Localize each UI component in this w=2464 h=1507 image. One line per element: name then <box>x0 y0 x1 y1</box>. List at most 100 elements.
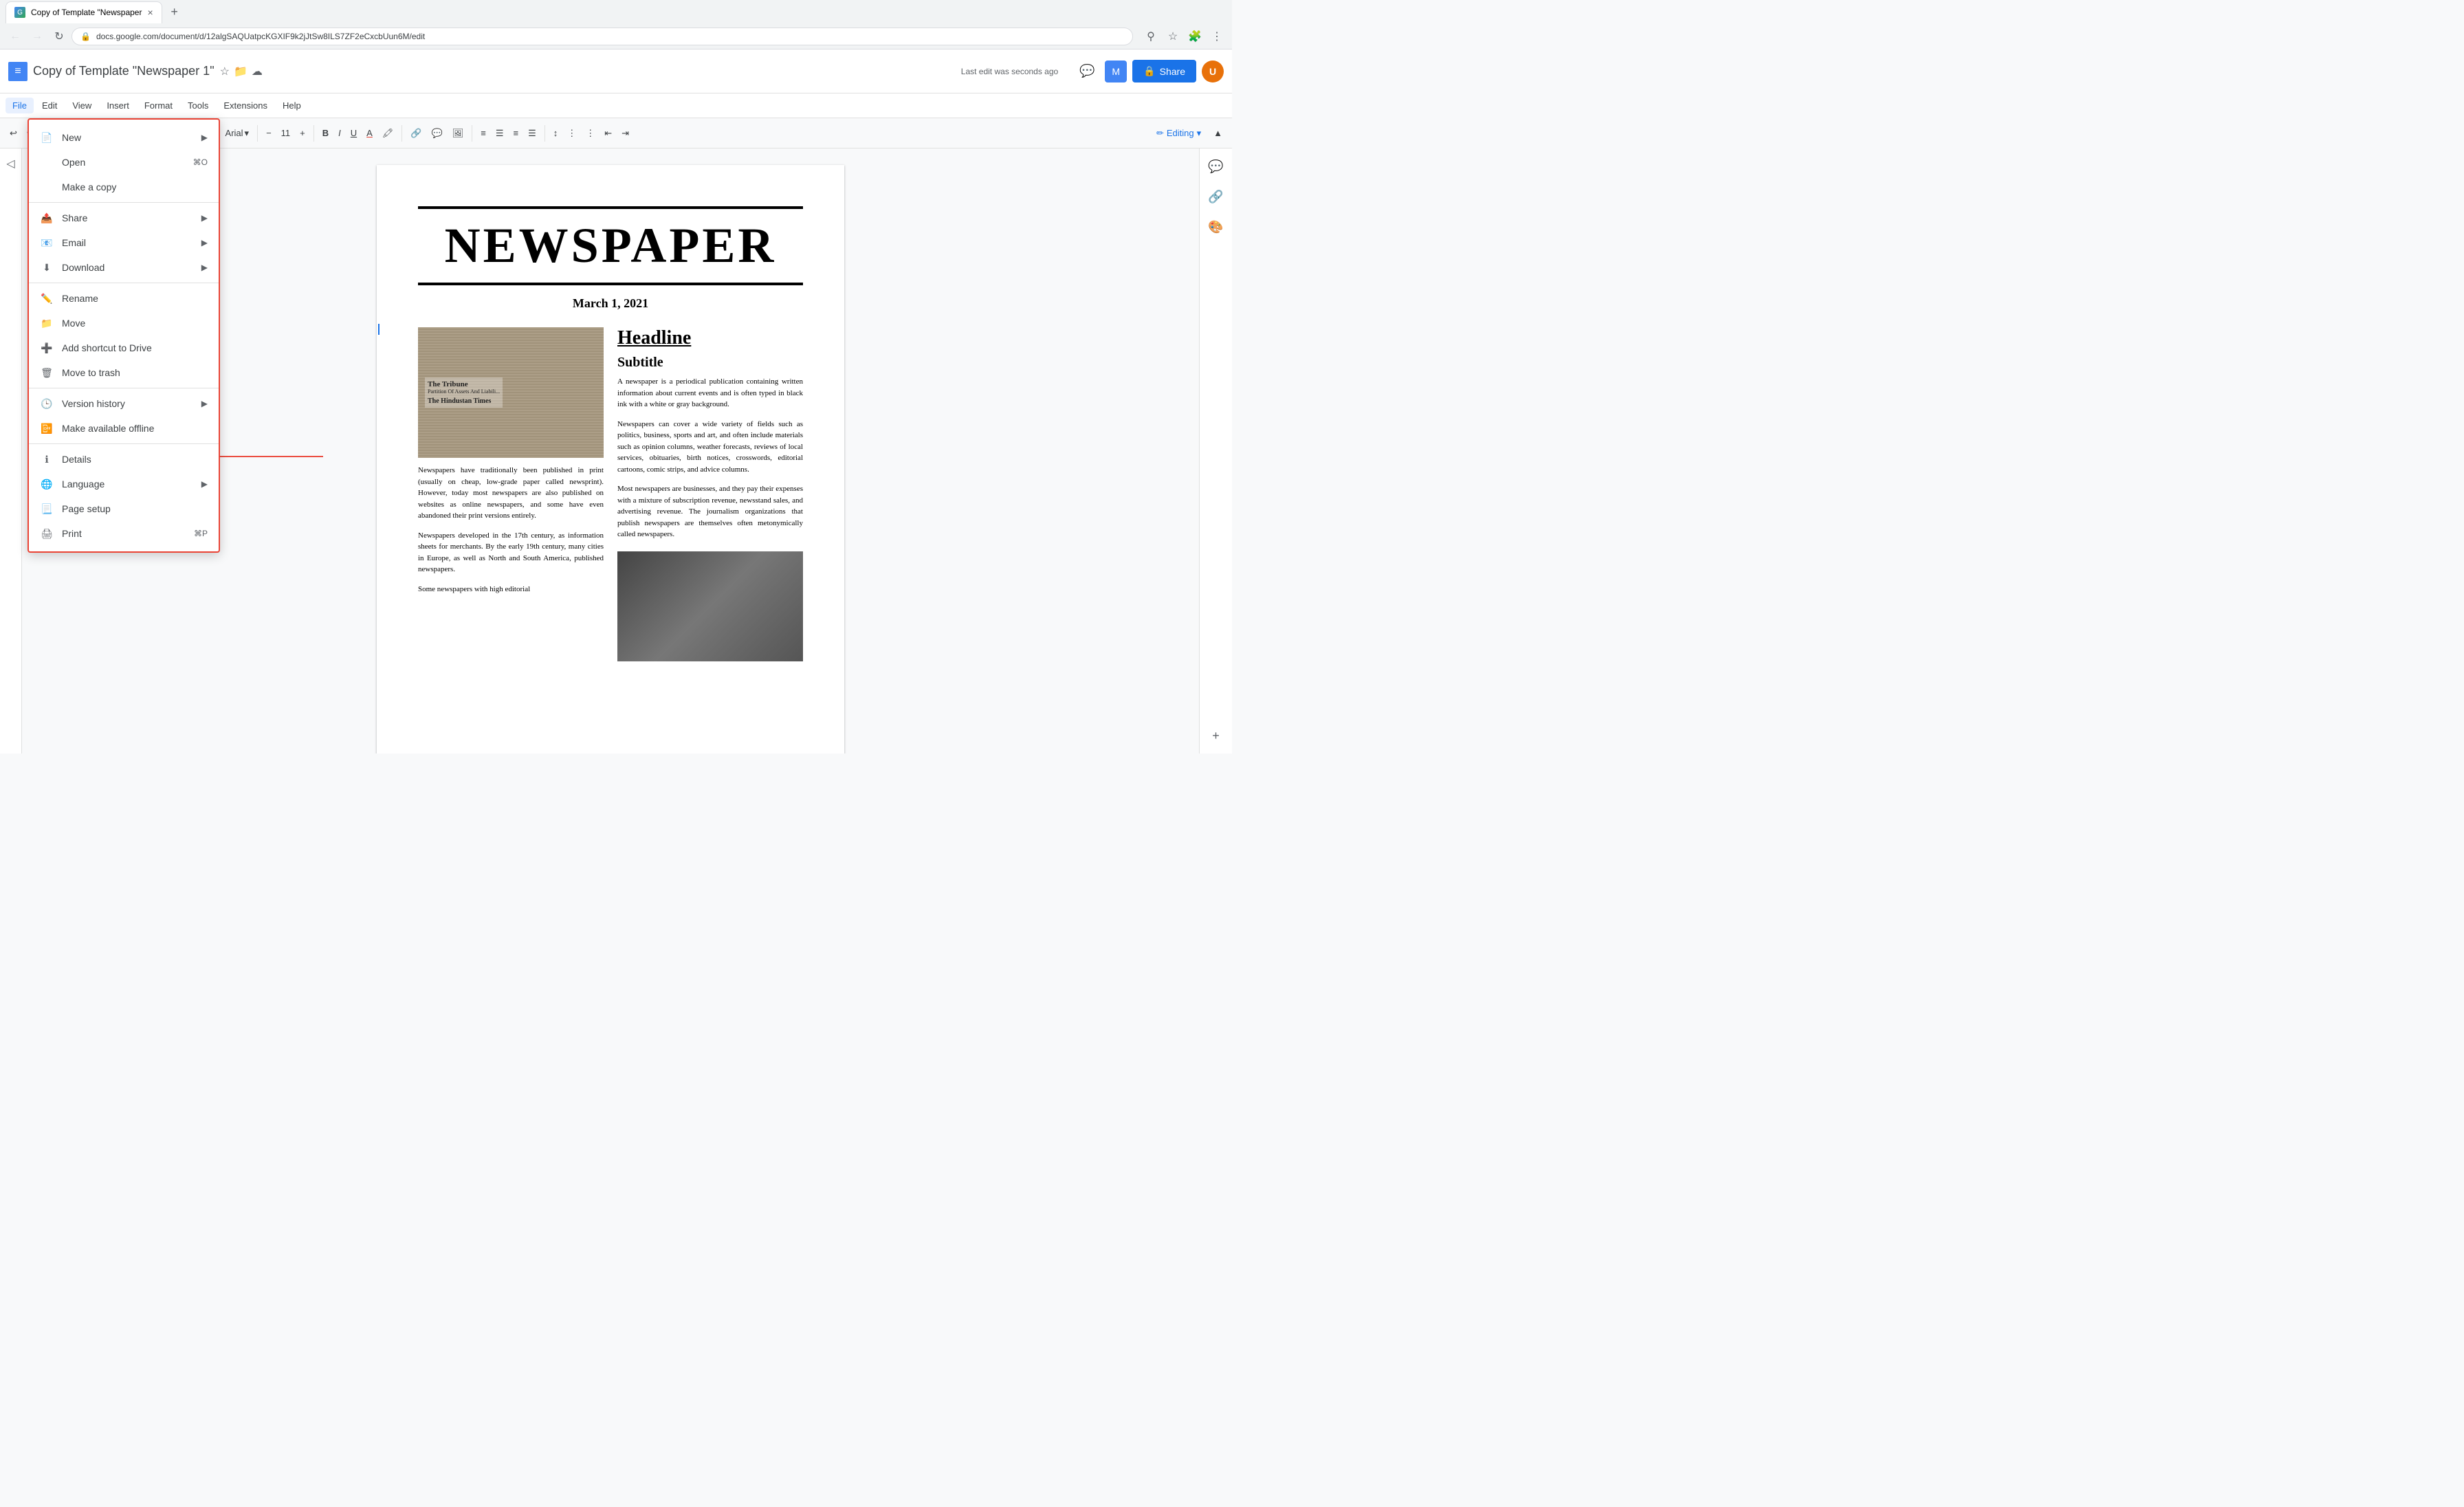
newspaper-date: March 1, 2021 <box>418 296 803 311</box>
text-color-label: A <box>366 128 373 138</box>
new-label: New <box>62 132 193 143</box>
open-shortcut: ⌘O <box>193 157 208 167</box>
underline-button[interactable]: U <box>346 125 361 141</box>
user-avatar[interactable]: U <box>1202 60 1224 82</box>
body-text-5: Newspapers developed in the 17th century… <box>418 530 604 575</box>
comment-button[interactable]: 💬 <box>428 125 447 142</box>
menu-item-add-shortcut[interactable]: ➕ Add shortcut to Drive <box>29 336 219 360</box>
active-tab[interactable]: G Copy of Template "Newspaper × <box>6 1 162 23</box>
menu-item-make-copy[interactable]: Make a copy <box>29 175 219 199</box>
tab-close-button[interactable]: × <box>147 7 153 18</box>
italic-button[interactable]: I <box>334 125 345 141</box>
menu-format[interactable]: Format <box>138 98 179 113</box>
new-tab-button[interactable]: + <box>165 3 184 22</box>
list-bullet[interactable]: ⋮ <box>563 125 580 142</box>
menu-item-open[interactable]: Open ⌘O <box>29 150 219 175</box>
two-column-layout: The Tribune Partition Of Assets And Liab… <box>418 327 803 661</box>
menu-item-page-setup[interactable]: 📃 Page setup <box>29 496 219 521</box>
menu-extensions[interactable]: Extensions <box>217 98 274 113</box>
language-label: Language <box>62 478 193 490</box>
menu-item-new[interactable]: 📄 New ▶ <box>29 125 219 150</box>
highlight-button[interactable]: 🖍 <box>378 125 398 142</box>
menu-item-offline[interactable]: 📴 Make available offline <box>29 416 219 441</box>
menu-item-download[interactable]: ⬇ Download ▶ <box>29 255 219 280</box>
palette-icon[interactable]: 🎨 <box>1204 214 1229 239</box>
decrease-indent[interactable]: ⇤ <box>600 125 616 142</box>
link-button[interactable]: 🔗 <box>406 125 426 142</box>
text-color-button[interactable]: A <box>362 125 377 141</box>
menu-item-move[interactable]: 📁 Move <box>29 311 219 336</box>
menu-section-3: ✏️ Rename 📁 Move ➕ Add shortcut to Drive… <box>29 283 219 388</box>
email-label: Email <box>62 237 193 248</box>
menu-item-print[interactable]: 🖨 Print ⌘P <box>29 521 219 546</box>
bold-button[interactable]: B <box>318 125 333 141</box>
print-label: Print <box>62 528 186 539</box>
increase-font-size[interactable]: + <box>296 125 309 141</box>
tab-title: Copy of Template "Newspaper <box>31 8 142 17</box>
download-arrow: ▶ <box>201 263 208 272</box>
add-icon[interactable]: + <box>1204 723 1229 748</box>
menu-file[interactable]: File <box>6 98 34 113</box>
document-title[interactable]: Copy of Template "Newspaper 1" <box>33 64 214 78</box>
browser-actions: ⚲ ☆ 🧩 ⋮ <box>1141 27 1226 46</box>
right-column: Headline Subtitle A newspaper is a perio… <box>617 327 803 661</box>
newspaper-image-right <box>617 551 803 661</box>
undo-button[interactable]: ↩ <box>6 125 21 142</box>
increase-indent[interactable]: ⇥ <box>617 125 633 142</box>
menu-edit[interactable]: Edit <box>35 98 64 113</box>
address-bar[interactable]: 🔒 docs.google.com/document/d/12algSAQUat… <box>72 28 1133 45</box>
download-label: Download <box>62 262 193 273</box>
details-label: Details <box>62 454 208 465</box>
editing-label: Editing <box>1167 128 1194 138</box>
menu-item-email[interactable]: 📧 Email ▶ <box>29 230 219 255</box>
list-numbered[interactable]: ⋮ <box>582 125 599 142</box>
comment-panel-icon[interactable]: 💬 <box>1204 154 1229 179</box>
cloud-icon[interactable]: ☁ <box>252 65 263 78</box>
menu-item-share[interactable]: 📤 Share ▶ <box>29 206 219 230</box>
font-size[interactable]: 11 <box>277 125 295 141</box>
menu-item-move-trash[interactable]: 🗑 Move to trash <box>29 360 219 385</box>
star-icon[interactable]: ☆ <box>220 65 230 78</box>
refresh-button[interactable]: ↻ <box>50 27 69 46</box>
lock-icon: 🔒 <box>80 32 91 41</box>
menu-tools[interactable]: Tools <box>181 98 215 113</box>
collapse-toolbar[interactable]: ▲ <box>1209 125 1226 141</box>
menu-insert[interactable]: Insert <box>100 98 136 113</box>
editing-mode-button[interactable]: ✏ Editing ▾ <box>1150 125 1208 142</box>
share-button[interactable]: 🔒 Share <box>1132 60 1196 82</box>
folder-icon[interactable]: 📁 <box>234 65 248 78</box>
decrease-font-size[interactable]: − <box>262 125 276 141</box>
forward-button[interactable]: → <box>28 27 47 46</box>
body-text-2: Newspapers can cover a wide variety of f… <box>617 419 803 476</box>
align-center[interactable]: ☰ <box>492 125 508 142</box>
body-text-3: Most newspapers are businesses, and they… <box>617 483 803 540</box>
menu-item-language[interactable]: 🌐 Language ▶ <box>29 472 219 496</box>
image-button[interactable]: 🖼 <box>448 125 468 142</box>
bookmark-icon[interactable]: ☆ <box>1163 27 1182 46</box>
links-icon[interactable]: 🔗 <box>1204 184 1229 209</box>
extensions-icon[interactable]: 🧩 <box>1185 27 1204 46</box>
document-page: NEWSPAPER March 1, 2021 The Tribune Part… <box>377 165 844 754</box>
menu-view[interactable]: View <box>65 98 98 113</box>
newspaper-title: NEWSPAPER <box>418 206 803 285</box>
line-spacing[interactable]: ↕ <box>549 125 562 141</box>
align-right[interactable]: ≡ <box>509 125 523 141</box>
meet-icon[interactable]: M <box>1105 60 1127 82</box>
menu-help[interactable]: Help <box>276 98 308 113</box>
app-header: ≡ Copy of Template "Newspaper 1" ☆ 📁 ☁ L… <box>0 50 1232 94</box>
editing-dropdown-arrow: ▾ <box>1197 128 1202 139</box>
menu-item-rename[interactable]: ✏️ Rename <box>29 286 219 311</box>
menu-item-details[interactable]: ℹ Details <box>29 447 219 472</box>
align-left[interactable]: ≡ <box>476 125 490 141</box>
font-family[interactable]: Arial ▾ <box>221 125 254 142</box>
subtitle-text: Subtitle <box>617 355 803 371</box>
back-button[interactable]: ← <box>6 27 25 46</box>
align-justify[interactable]: ☰ <box>524 125 540 142</box>
docs-logo: ≡ <box>8 62 28 81</box>
comments-icon[interactable]: 💬 <box>1075 59 1099 84</box>
separator-4 <box>257 125 258 142</box>
collapse-outline-icon[interactable]: ◁ <box>1 154 21 173</box>
menu-icon[interactable]: ⋮ <box>1207 27 1226 46</box>
search-icon[interactable]: ⚲ <box>1141 27 1160 46</box>
menu-item-version-history[interactable]: 🕒 Version history ▶ <box>29 391 219 416</box>
